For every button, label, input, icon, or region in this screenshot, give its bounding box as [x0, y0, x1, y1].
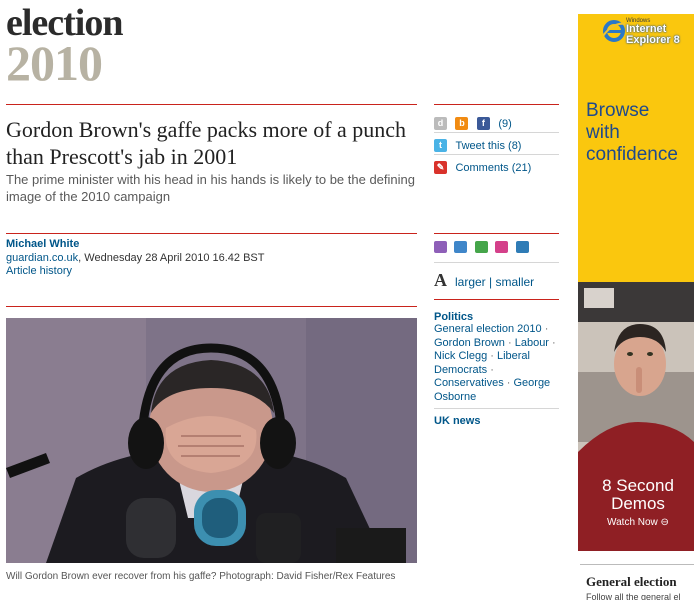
share-row: d b f (9)	[434, 115, 512, 133]
source-link[interactable]: guardian.co.uk	[6, 252, 78, 264]
bebo-icon[interactable]: b	[455, 117, 469, 131]
publish-date: , Wednesday 28 April 2010 16.42 BST	[78, 252, 265, 264]
article-history-link[interactable]: Article history	[6, 265, 72, 277]
digg-icon[interactable]: d	[434, 117, 447, 131]
headline-rule	[6, 104, 417, 105]
tag-separator: ·	[541, 323, 549, 335]
facebook-icon[interactable]: f	[476, 117, 490, 131]
tools-divider	[434, 262, 559, 263]
photo-caption: Will Gordon Brown ever recover from his …	[6, 571, 396, 582]
tag-link[interactable]: Conservatives	[434, 377, 504, 389]
general-election-summary: Follow all the general el	[586, 592, 681, 600]
contact-icon[interactable]	[515, 241, 529, 253]
ad-demos-text: 8 Second Demos Watch Now ⊖	[588, 476, 688, 529]
ad-top-panel: Windows Internet Explorer 8 Browse with …	[578, 14, 694, 282]
ad-bottom-panel: 8 Second Demos Watch Now ⊖	[578, 282, 694, 551]
tweet-link[interactable]: Tweet this (8)	[455, 140, 521, 152]
tag-separator: ·	[504, 336, 515, 349]
uk-news-link[interactable]: UK news	[434, 415, 480, 427]
facebook-count[interactable]: (9)	[498, 118, 511, 130]
related-rule	[434, 299, 559, 300]
related-tags: General election 2010 · Gordon Brown · L…	[434, 323, 558, 404]
tag-separator: ·	[548, 336, 556, 349]
ie-icon	[602, 20, 626, 42]
byline-date: guardian.co.uk, Wednesday 28 April 2010 …	[6, 252, 264, 264]
ad-browse-line2: with	[586, 122, 620, 143]
article-standfirst: The prime minister with his head in his …	[6, 172, 415, 204]
comments-row[interactable]: ✎ Comments (21)	[434, 159, 531, 177]
share-divider	[434, 154, 559, 155]
ie8-advert[interactable]: Windows Internet Explorer 8 Browse with …	[578, 14, 694, 551]
gordon-brown-photo	[6, 318, 417, 563]
ad-browse-line3: confidence	[586, 144, 678, 165]
ad-browse-text: Browse with confidence	[586, 100, 678, 166]
ad-watch-now-button[interactable]: Watch Now ⊖	[588, 517, 688, 528]
related-panel: Politics General election 2010 · Gordon …	[434, 311, 558, 404]
twitter-icon[interactable]: t	[434, 139, 447, 153]
photo-rule	[6, 306, 417, 307]
tools-rule	[434, 233, 559, 234]
ad-browse-line1: Browse	[586, 100, 650, 121]
email-icon[interactable]	[454, 241, 468, 253]
article-headline: Gordon Brown's gaffe packs more of a pun…	[6, 117, 407, 169]
tag-separator: ·	[487, 363, 494, 376]
text-size-controls: Alarger | smaller	[434, 270, 534, 291]
comments-link[interactable]: Comments (21)	[455, 162, 531, 174]
share-rule	[434, 104, 559, 105]
tag-link[interactable]: General election 2010	[434, 323, 542, 335]
author-link[interactable]: Michael White	[6, 238, 79, 250]
article-tools	[434, 240, 532, 258]
general-election-heading[interactable]: General election	[586, 574, 677, 590]
tag-link[interactable]: Labour	[515, 337, 549, 349]
related-divider	[434, 408, 559, 409]
internet-explorer-logo	[602, 20, 626, 47]
masthead-year[interactable]: 2010	[6, 38, 103, 88]
comment-icon[interactable]: ✎	[434, 161, 447, 175]
tag-separator: ·	[487, 350, 497, 362]
article-photo	[6, 318, 417, 563]
ad-demos-line1: 8 Second	[602, 476, 674, 495]
byline-rule	[6, 233, 417, 234]
share-icon[interactable]	[474, 241, 488, 253]
sidebar-rule	[580, 564, 694, 565]
smaller-link[interactable]: smaller	[495, 275, 534, 289]
tag-link[interactable]: Nick Clegg	[434, 350, 487, 362]
ad-demos-line2: Demos	[611, 494, 665, 513]
tweet-row[interactable]: t Tweet this (8)	[434, 137, 521, 155]
ad-ie-line2: Explorer 8	[626, 34, 680, 46]
text-size-separator: |	[485, 275, 496, 289]
text-size-icon: A	[434, 270, 447, 290]
share-divider	[434, 132, 559, 133]
politics-link[interactable]: Politics	[434, 311, 558, 323]
tag-link[interactable]: Gordon Brown	[434, 337, 505, 349]
clip-icon[interactable]	[495, 241, 509, 253]
print-icon[interactable]	[434, 241, 447, 253]
larger-link[interactable]: larger	[455, 275, 486, 289]
